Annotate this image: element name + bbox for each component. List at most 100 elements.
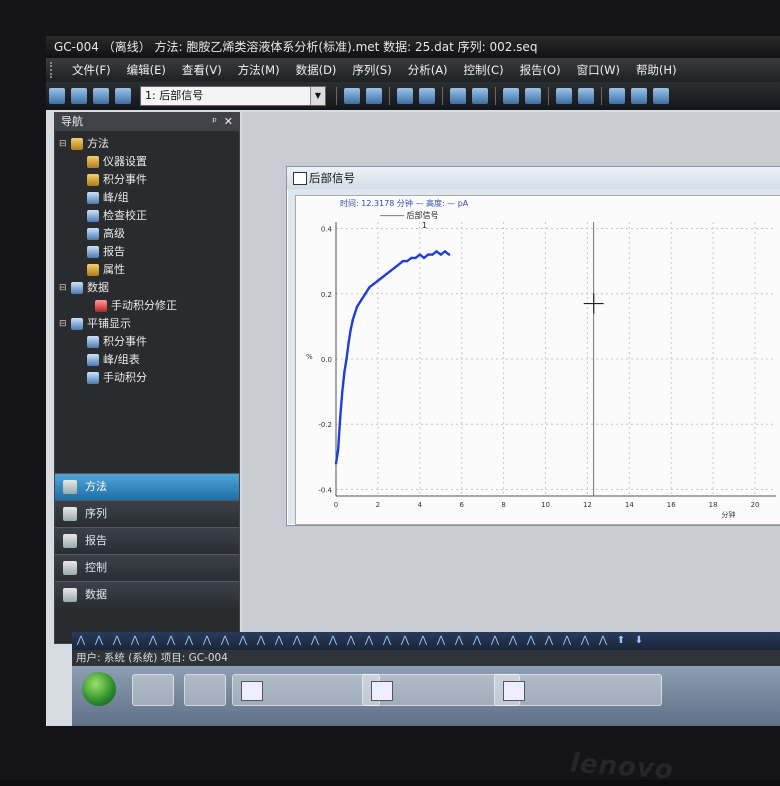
peak-tool-icon[interactable]: ⋀ <box>92 635 106 647</box>
peak-tool-icon[interactable]: ⋀ <box>146 635 160 647</box>
tree-node-peaks[interactable]: 峰/组 <box>59 189 239 207</box>
nav-button-control[interactable]: 控制 <box>55 554 239 581</box>
tree-node-advanced[interactable]: 高级 <box>59 225 239 243</box>
menu-analysis[interactable]: 分析(A) <box>400 62 456 78</box>
menu-view[interactable]: 查看(V) <box>174 62 230 78</box>
nav-button-label: 方法 <box>85 480 107 493</box>
menu-edit[interactable]: 编辑(E) <box>119 62 174 78</box>
peak-tool-icon[interactable]: ⋀ <box>578 635 592 647</box>
chart-icon[interactable] <box>556 88 572 104</box>
peak-tool-icon[interactable]: ⋀ <box>290 635 304 647</box>
play-icon[interactable] <box>631 88 647 104</box>
peak-tool-icon[interactable]: ⋀ <box>398 635 412 647</box>
tree-node-peak-table[interactable]: 峰/组表 <box>59 351 239 369</box>
nav-button-sequence[interactable]: 序列 <box>55 500 239 527</box>
report-icon[interactable] <box>503 88 519 104</box>
menu-file[interactable]: 文件(F) <box>64 62 119 78</box>
peak-tool-icon[interactable]: ⋀ <box>110 635 124 647</box>
menu-sequence[interactable]: 序列(S) <box>344 62 399 78</box>
chart-window-titlebar[interactable]: 后部信号 <box>287 167 780 189</box>
step-icon[interactable] <box>653 88 669 104</box>
new-icon[interactable] <box>49 88 65 104</box>
peak-tool-icon[interactable]: ⋀ <box>560 635 574 647</box>
menu-window[interactable]: 窗口(W) <box>569 62 628 78</box>
peak-tool-icon[interactable]: ⋀ <box>506 635 520 647</box>
taskbar-folder-icon[interactable] <box>184 674 226 706</box>
chromatogram-window[interactable]: 后部信号 时间: 12.3178 分钟 — 高度: — pA 0 2 4 6 8 10 12… <box>286 166 780 526</box>
peak-tool-icon[interactable]: ⋀ <box>380 635 394 647</box>
chromatogram-icon[interactable] <box>366 88 382 104</box>
tree-node-manual[interactable]: 手动积分 <box>59 369 239 387</box>
nav-button-method[interactable]: 方法 <box>55 473 239 500</box>
peak-tool-icon[interactable]: ⋀ <box>272 635 286 647</box>
peak-tool-icon[interactable]: ⋀ <box>200 635 214 647</box>
peak-tool-icon[interactable]: ⋀ <box>488 635 502 647</box>
peak-tool-icon[interactable]: ⋀ <box>452 635 466 647</box>
peak-tool-icon[interactable]: ⋀ <box>434 635 448 647</box>
menu-control[interactable]: 控制(C) <box>456 62 512 78</box>
open-icon[interactable] <box>71 88 87 104</box>
chevron-down-icon[interactable]: ▼ <box>310 87 325 105</box>
edit-chart-icon[interactable] <box>578 88 594 104</box>
peak-tool-icon[interactable]: ⋀ <box>596 635 610 647</box>
toolbar-separator <box>495 87 496 105</box>
signal-select[interactable]: 1: 后部信号 ▼ <box>140 86 326 106</box>
collapse-icon[interactable]: ⊟ <box>59 135 69 153</box>
peak-tool-icon[interactable]: ⋀ <box>416 635 430 647</box>
peak-tool-icon[interactable]: ⋀ <box>74 635 88 647</box>
table-icon[interactable] <box>472 88 488 104</box>
peak-tool-icon[interactable]: ⋀ <box>308 635 322 647</box>
chromatogram-chart[interactable]: 0 2 4 6 8 10 12 14 16 18 20 0.4 0.2 0.0 -0.2 -0.4 分钟% <box>296 196 780 524</box>
menu-help[interactable]: 帮助(H) <box>628 62 685 78</box>
peak-tool-icon[interactable]: ⋀ <box>218 635 232 647</box>
pin-icon[interactable]: ᵖ <box>212 113 217 131</box>
stop-icon[interactable] <box>609 88 625 104</box>
tree-node-instrument[interactable]: 仪器设置 <box>59 153 239 171</box>
tree-node-tile[interactable]: ⊟ 平铺显示 <box>59 315 239 333</box>
collapse-icon[interactable]: ⊟ <box>59 315 69 333</box>
menu-report[interactable]: 报告(O) <box>512 62 569 78</box>
arrow-down-icon[interactable]: ⬇ <box>632 635 646 647</box>
taskbar-task-1[interactable] <box>232 674 380 706</box>
tree-node-calibration[interactable]: 检查校正 <box>59 207 239 225</box>
tree-node-tile-events[interactable]: 积分事件 <box>59 333 239 351</box>
plot-area[interactable]: 时间: 12.3178 分钟 — 高度: — pA 0 2 4 6 8 10 12 14 16 1… <box>295 195 780 525</box>
collapse-icon[interactable]: ⊟ <box>59 279 69 297</box>
peak-tool-icon[interactable]: ⋀ <box>470 635 484 647</box>
tree-node-method[interactable]: ⊟ 方法 <box>59 135 239 153</box>
taskbar-ie-icon[interactable] <box>132 674 174 706</box>
calibration-icon[interactable] <box>450 88 466 104</box>
nav-button-report[interactable]: 报告 <box>55 527 239 554</box>
tree-node-events[interactable]: 积分事件 <box>59 171 239 189</box>
peak-tool-icon[interactable]: ⋀ <box>254 635 268 647</box>
print-icon[interactable] <box>115 88 131 104</box>
peak-tool-icon[interactable]: ⋀ <box>164 635 178 647</box>
peak-tool-icon[interactable]: ⋀ <box>344 635 358 647</box>
navigator-tree: ⊟ 方法 仪器设置 积分事件 峰/组 检查校正 高级 报告 属性 ⊟ 数据 手动… <box>55 131 239 387</box>
peak-tool-icon[interactable]: ⋀ <box>542 635 556 647</box>
menu-method[interactable]: 方法(M) <box>230 62 288 78</box>
tree-node-data[interactable]: ⊟ 数据 <box>59 279 239 297</box>
peak-tool-icon[interactable]: ⋀ <box>236 635 250 647</box>
save-icon[interactable] <box>93 88 109 104</box>
integrate-icon[interactable] <box>397 88 413 104</box>
tree-node-manual-correction[interactable]: 手动积分修正 <box>59 297 239 315</box>
tree-node-report[interactable]: 报告 <box>59 243 239 261</box>
arrow-up-icon[interactable]: ⬆ <box>614 635 628 647</box>
peak-tool-icon[interactable]: ⋀ <box>182 635 196 647</box>
peak-tool-icon[interactable]: ⋀ <box>362 635 376 647</box>
report-preview-icon[interactable] <box>525 88 541 104</box>
start-button[interactable] <box>82 672 116 706</box>
tile-icon <box>71 318 83 330</box>
peak-tool-icon[interactable]: ⋀ <box>326 635 340 647</box>
nav-button-data[interactable]: 数据 <box>55 581 239 608</box>
data-point <box>426 253 430 256</box>
menu-data[interactable]: 数据(D) <box>288 62 345 78</box>
manual-integrate-icon[interactable] <box>419 88 435 104</box>
taskbar-task-3[interactable] <box>494 674 662 706</box>
peak-tool-icon[interactable]: ⋀ <box>128 635 142 647</box>
peak-tool-icon[interactable]: ⋀ <box>524 635 538 647</box>
tree-node-properties[interactable]: 属性 <box>59 261 239 279</box>
close-icon[interactable]: ✕ <box>224 113 233 131</box>
instrument-icon[interactable] <box>344 88 360 104</box>
